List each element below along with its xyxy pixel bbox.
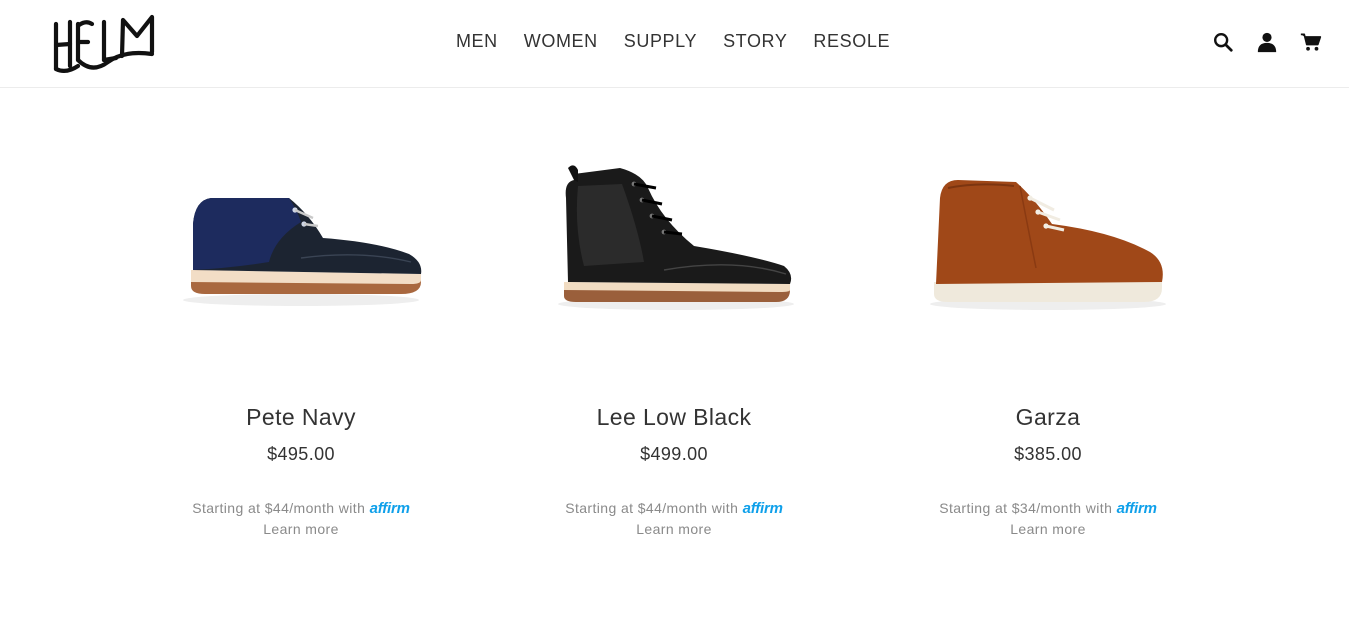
account-icon[interactable] (1256, 31, 1278, 53)
product-price: $385.00 (1014, 444, 1082, 464)
nav-story[interactable]: STORY (723, 29, 787, 53)
header-actions (1212, 31, 1322, 53)
nav-supply[interactable]: SUPPLY (624, 29, 697, 53)
product-image-pete-navy[interactable] (151, 88, 451, 388)
product-image-garza[interactable] (898, 88, 1198, 388)
financing-text: Starting at $44/month with (565, 500, 739, 516)
affirm-financing: Starting at $44/month with affirm Learn … (151, 498, 451, 540)
product-card[interactable]: Pete Navy $495.00 Starting at $44/month … (151, 88, 451, 537)
black-boot-image (558, 165, 794, 310)
nav-women[interactable]: WOMEN (524, 29, 598, 53)
helm-logo-mark (53, 14, 155, 74)
affirm-logo: affirm (369, 500, 410, 517)
product-card[interactable]: Lee Low Black $499.00 Starting at $44/mo… (524, 88, 824, 537)
product-title[interactable]: Lee Low Black (524, 404, 824, 431)
product-title[interactable]: Garza (898, 404, 1198, 431)
rust-desert-boot-image (930, 180, 1166, 310)
affirm-financing: Starting at $34/month with affirm Learn … (898, 498, 1198, 540)
learn-more-link[interactable]: Learn more (636, 521, 712, 537)
financing-text: Starting at $44/month with (192, 500, 366, 516)
search-icon[interactable] (1212, 31, 1234, 53)
nav-men[interactable]: MEN (456, 29, 498, 53)
affirm-financing: Starting at $44/month with affirm Learn … (524, 498, 824, 540)
affirm-logo: affirm (742, 500, 783, 517)
product-image-lee-low-black[interactable] (524, 88, 824, 388)
product-price: $495.00 (267, 444, 335, 464)
learn-more-link[interactable]: Learn more (1010, 521, 1086, 537)
learn-more-link[interactable]: Learn more (263, 521, 339, 537)
affirm-logo: affirm (1116, 500, 1157, 517)
cart-icon[interactable] (1300, 31, 1322, 53)
helm-logo[interactable] (52, 14, 158, 74)
site-header: MEN WOMEN SUPPLY STORY RESOLE (0, 0, 1349, 88)
navy-chukka-boot-image (183, 198, 422, 306)
product-price: $499.00 (640, 444, 708, 464)
product-title[interactable]: Pete Navy (151, 404, 451, 431)
nav-resole[interactable]: RESOLE (813, 29, 890, 53)
product-card[interactable]: Garza $385.00 Starting at $34/month with… (898, 88, 1198, 537)
main-nav: MEN WOMEN SUPPLY STORY RESOLE (0, 29, 1349, 53)
financing-text: Starting at $34/month with (939, 500, 1113, 516)
